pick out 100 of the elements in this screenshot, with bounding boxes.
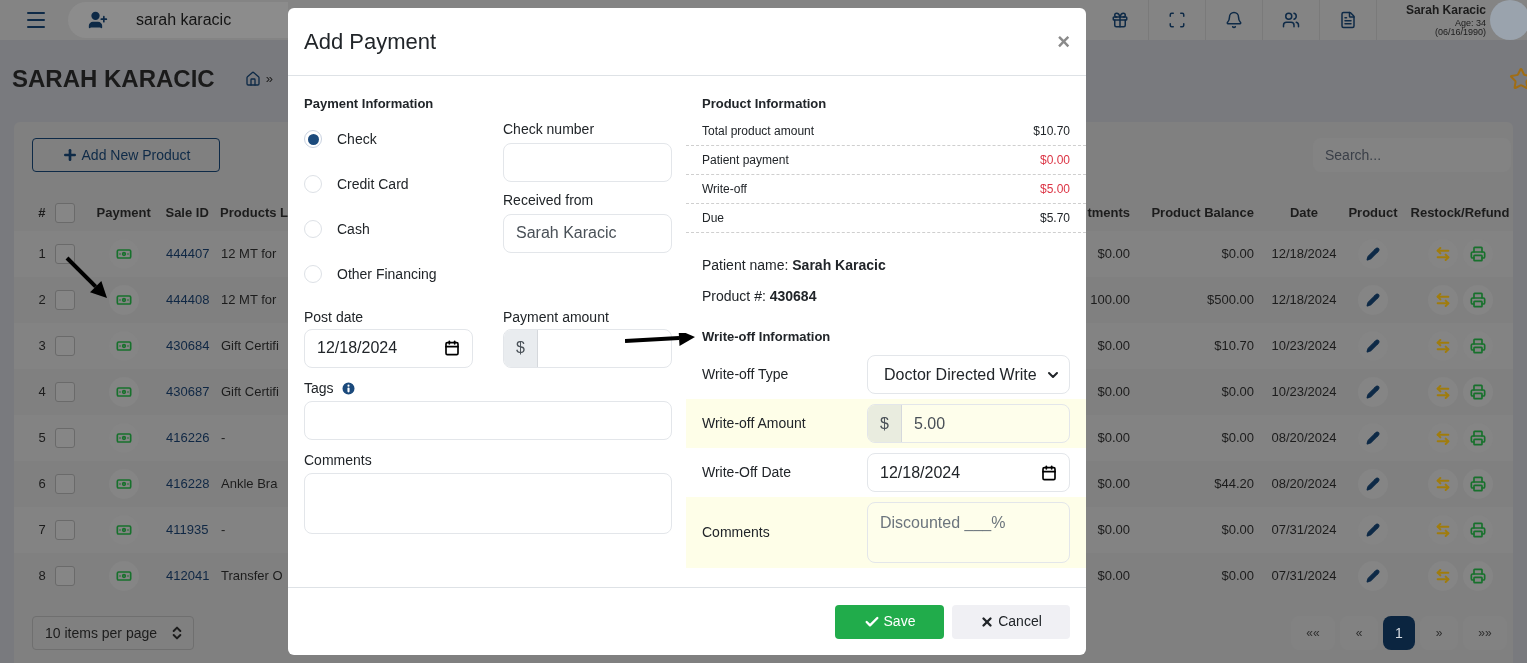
modal-title: Add Payment — [304, 28, 437, 56]
field-label: Write-off Type — [702, 365, 790, 384]
summary-label: Due — [702, 209, 724, 227]
edit-button[interactable] — [1358, 561, 1388, 591]
received-from-field[interactable]: Sarah Karacic — [503, 213, 672, 253]
add-user-icon — [88, 10, 108, 30]
bell-icon[interactable] — [1225, 11, 1243, 29]
restock-button[interactable] — [1427, 285, 1458, 315]
page-button[interactable]: 1 — [1383, 616, 1415, 650]
radio-label[interactable]: Credit Card — [337, 173, 409, 195]
star-icon[interactable] — [1509, 67, 1527, 91]
gift-icon[interactable] — [1111, 11, 1129, 29]
sale-id-link[interactable]: 416228 — [166, 474, 221, 494]
sale-id-link[interactable]: 430687 — [166, 382, 221, 402]
radio-label[interactable]: Check — [337, 128, 377, 150]
checkbox[interactable] — [55, 382, 75, 402]
column-header: tments — [1086, 204, 1130, 223]
info-icon[interactable] — [339, 379, 357, 397]
print-button[interactable] — [1462, 377, 1493, 407]
payment-button[interactable] — [109, 469, 139, 499]
table-cell-text: $0.00 — [1220, 521, 1254, 540]
write-off-date-field[interactable]: 12/18/2024 — [867, 453, 1070, 492]
print-button[interactable] — [1462, 561, 1493, 591]
add-product-button[interactable]: Add New Product — [32, 138, 220, 172]
table-cell-text: $0.00 — [1096, 429, 1130, 448]
banknote-icon — [116, 430, 132, 446]
table-cell-text: $0.00 — [1096, 337, 1130, 356]
payment-button[interactable] — [109, 285, 139, 315]
row-number: 5 — [37, 429, 47, 448]
table-cell-text: $0.00 — [1220, 245, 1254, 264]
printer-icon — [1469, 430, 1486, 446]
document-icon[interactable] — [1339, 11, 1357, 29]
write-off-type-select[interactable]: Doctor Directed Write — [867, 355, 1070, 394]
currency-addon: $ — [868, 405, 902, 442]
row-number: 1 — [37, 245, 47, 264]
banknote-icon — [116, 246, 132, 262]
summary-label: Patient payment — [702, 151, 789, 169]
patient-name: Patient name: Sarah Karacic — [701, 255, 887, 275]
patient-search-field[interactable]: sarah karacic — [68, 2, 288, 38]
comments-textarea[interactable] — [304, 472, 672, 534]
checkbox[interactable] — [55, 474, 75, 494]
sale-id-link[interactable]: 411935 — [166, 520, 221, 540]
print-button[interactable] — [1462, 285, 1493, 315]
restock-button[interactable] — [1427, 561, 1458, 591]
edit-button[interactable] — [1358, 285, 1388, 315]
sale-id-link[interactable]: 412041 — [166, 566, 221, 586]
checkbox[interactable] — [55, 428, 75, 448]
field-label: Write-Off Date — [702, 463, 792, 482]
edit-button[interactable] — [1358, 377, 1388, 407]
comments-textarea[interactable]: Discounted ___% — [867, 502, 1070, 563]
payment-button[interactable] — [109, 377, 139, 407]
sale-id-link[interactable]: 430684 — [166, 336, 221, 356]
fullscreen-icon[interactable] — [1168, 11, 1186, 29]
radio-label[interactable]: Other Financing — [337, 263, 437, 285]
save-button[interactable]: Save — [835, 604, 944, 639]
checkbox[interactable] — [54, 203, 75, 223]
table-cell-text: 12/18/2024 — [1270, 245, 1338, 264]
home-icon[interactable] — [244, 71, 261, 87]
user-age: Age: 34 — [1454, 18, 1486, 28]
table-cell-text: $0.00 — [1220, 429, 1254, 448]
swap-arrows-icon — [1434, 384, 1451, 400]
summary-value: $10.70 — [1033, 122, 1070, 140]
sale-id-link[interactable]: 444407 — [166, 244, 221, 264]
close-button[interactable]: × — [1057, 25, 1070, 58]
field-label: Comments — [702, 523, 771, 542]
swap-arrows-icon — [1434, 246, 1451, 262]
checkbox[interactable] — [55, 566, 75, 586]
avatar[interactable] — [1490, 0, 1527, 40]
checkbox[interactable] — [55, 336, 75, 356]
table-cell-text: 07/31/2024 — [1270, 521, 1338, 540]
swap-arrows-icon — [1434, 430, 1451, 446]
check-number-field[interactable] — [503, 142, 672, 182]
payment-button[interactable] — [109, 561, 139, 591]
cancel-button[interactable]: Cancel — [952, 604, 1070, 639]
pencil-icon — [1366, 247, 1380, 261]
checkbox[interactable] — [55, 244, 75, 264]
sale-id-link[interactable]: 416226 — [166, 428, 221, 448]
column-header: # — [37, 204, 47, 223]
page-size-select[interactable]: 10 items per page — [32, 616, 194, 650]
restock-button[interactable] — [1427, 377, 1458, 407]
restock-button[interactable] — [1427, 469, 1458, 499]
field-label: Post date — [304, 308, 365, 325]
sale-id-link[interactable]: 444408 — [166, 290, 221, 310]
printer-icon — [1469, 476, 1486, 492]
checkbox[interactable] — [55, 290, 75, 310]
section-heading: Product Information — [701, 95, 828, 113]
radio-label[interactable]: Cash — [337, 218, 370, 240]
annotation-arrow — [625, 333, 695, 346]
summary-value: $0.00 — [1039, 151, 1070, 169]
calendar-icon[interactable] — [444, 340, 460, 356]
payment-amount-field[interactable]: $ — [503, 328, 672, 368]
calendar-icon[interactable] — [1041, 464, 1057, 481]
tags-field[interactable] — [304, 400, 672, 440]
users-icon[interactable] — [1282, 11, 1300, 29]
post-date-field[interactable]: 12/18/2024 — [304, 328, 473, 368]
pencil-icon — [1366, 339, 1380, 353]
print-button[interactable] — [1462, 469, 1493, 499]
checkbox[interactable] — [55, 520, 75, 540]
write-off-amount-field[interactable]: $ 5.00 — [867, 404, 1070, 443]
edit-button[interactable] — [1358, 469, 1388, 499]
